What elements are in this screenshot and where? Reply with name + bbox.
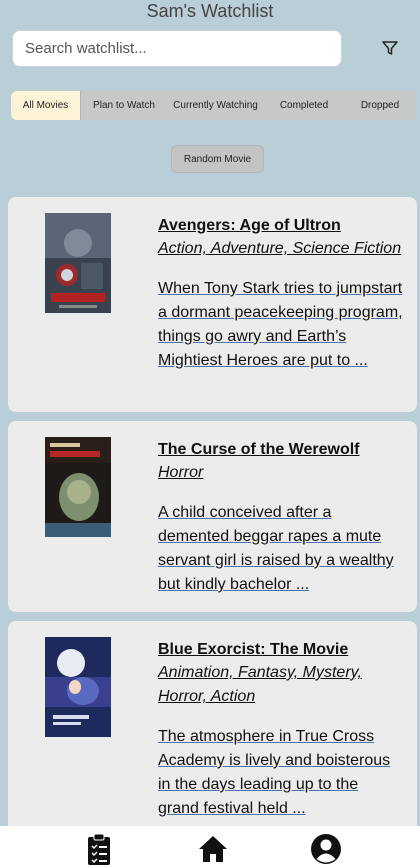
tab-dropped[interactable]: Dropped <box>344 91 416 120</box>
movie-description[interactable]: A child conceived after a demented begga… <box>158 501 403 597</box>
movie-genres: Action, Adventure, Science Fiction <box>158 240 402 257</box>
nav-watchlist-button[interactable] <box>82 832 116 866</box>
page-title: Sam's Watchlist <box>146 1 274 21</box>
movie-genres: Horror <box>158 464 204 481</box>
tab-completed[interactable]: Completed <box>264 91 344 120</box>
random-movie-button[interactable]: Random Movie <box>171 145 264 173</box>
bottom-nav <box>0 826 420 868</box>
filter-icon <box>382 41 398 55</box>
movie-card[interactable]: Blue Exorcist: The Movie Animation, Fant… <box>8 621 417 836</box>
movie-title[interactable]: The Curse of the Werewolf <box>158 441 360 459</box>
movie-poster <box>45 437 111 537</box>
home-icon <box>199 836 227 862</box>
movie-card[interactable]: Avengers: Age of Ultron Action, Adventur… <box>8 197 417 412</box>
search-box[interactable] <box>12 30 342 67</box>
movie-poster <box>45 213 111 313</box>
movie-title[interactable]: Avengers: Age of Ultron <box>158 217 341 235</box>
movie-genres: Animation, Fantasy, Mystery, Horror, Act… <box>158 664 362 705</box>
clipboard-list-icon <box>88 833 110 865</box>
movie-poster <box>45 637 111 737</box>
nav-profile-button[interactable] <box>309 832 343 866</box>
movie-description[interactable]: The atmosphere in True Cross Academy is … <box>158 725 403 821</box>
movie-description[interactable]: When Tony Stark tries to jumpstart a dor… <box>158 277 403 373</box>
nav-home-button[interactable] <box>196 832 230 866</box>
movie-title[interactable]: Blue Exorcist: The Movie <box>158 641 348 659</box>
tab-all-movies[interactable]: All Movies <box>11 91 80 120</box>
search-input[interactable] <box>13 31 341 66</box>
tab-currently-watching[interactable]: Currently Watching <box>167 91 264 120</box>
status-tabs: All Movies Plan to Watch Currently Watch… <box>11 91 416 120</box>
filter-button[interactable] <box>380 38 400 58</box>
tab-plan-to-watch[interactable]: Plan to Watch <box>80 91 167 120</box>
movie-card[interactable]: The Curse of the Werewolf Horror A child… <box>8 421 417 612</box>
user-circle-icon <box>311 834 341 864</box>
